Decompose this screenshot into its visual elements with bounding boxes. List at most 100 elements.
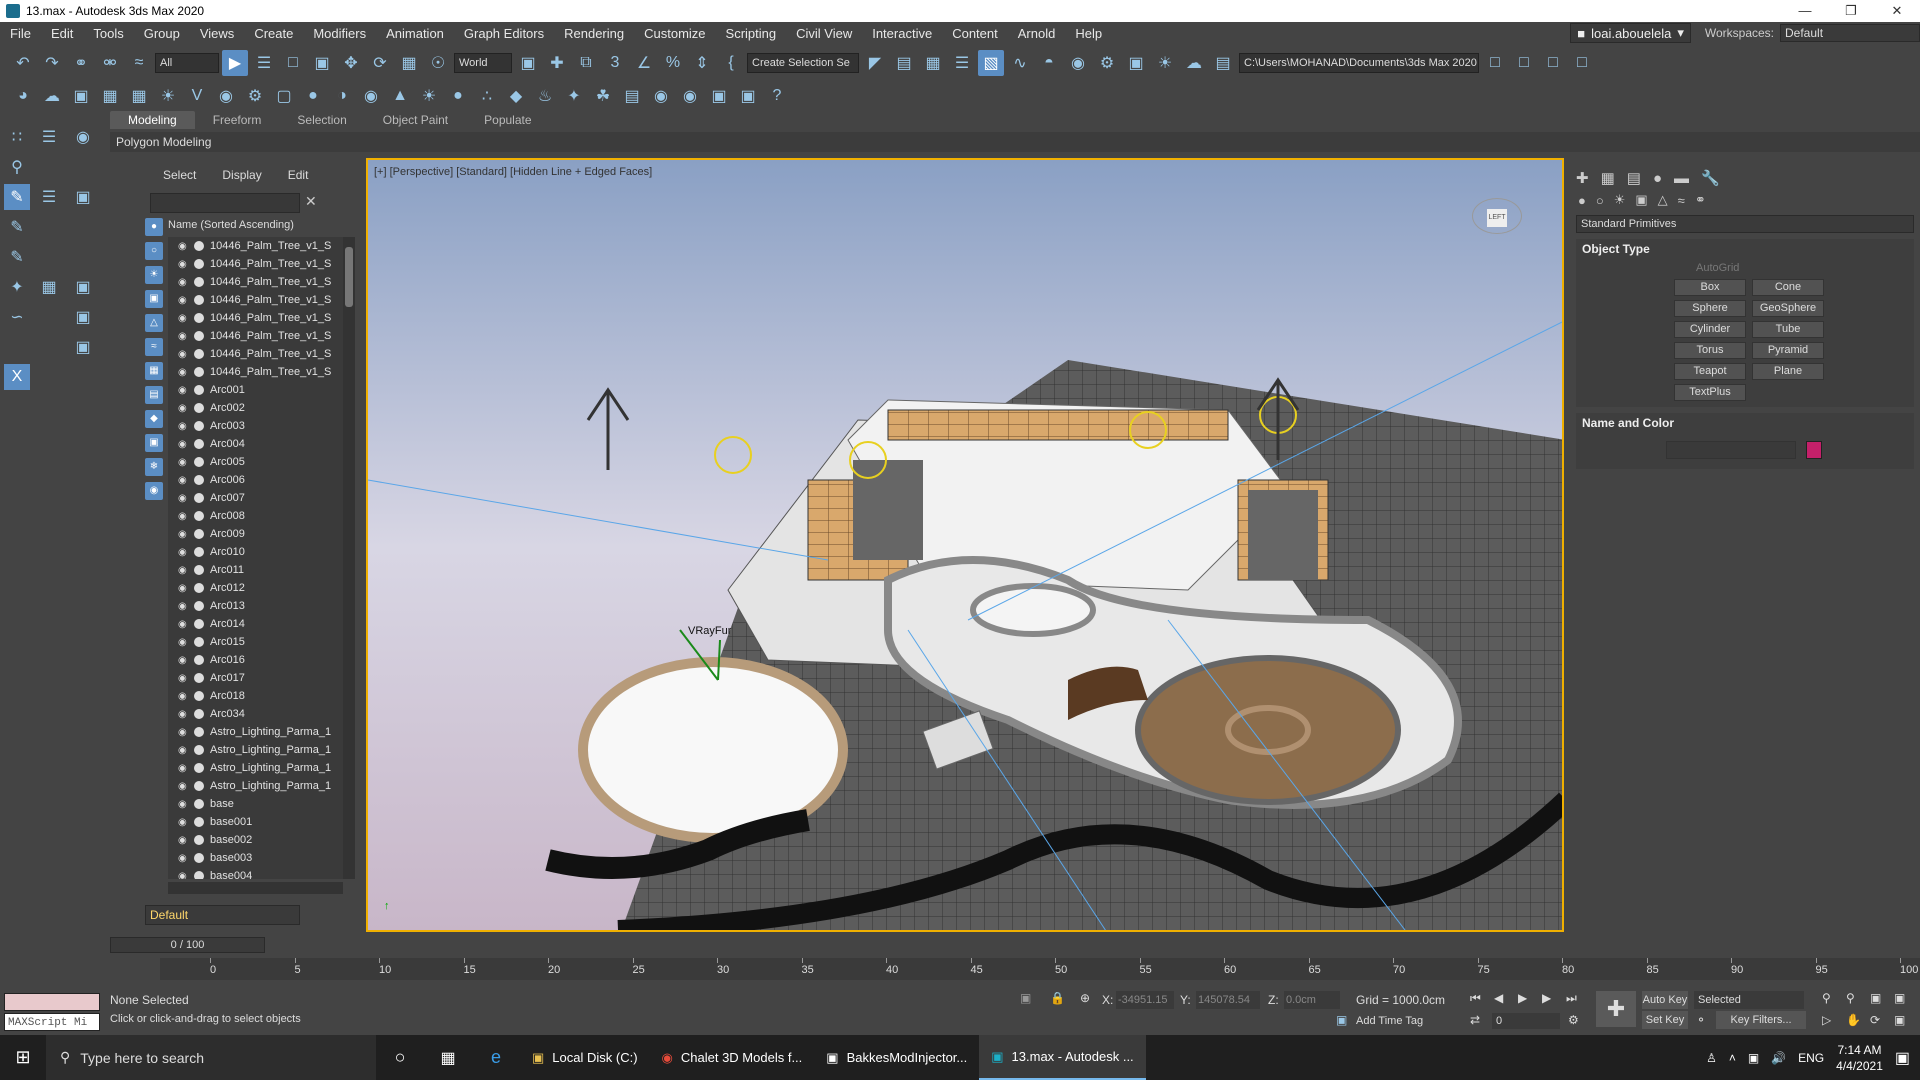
set-key-icon[interactable]: ✚ xyxy=(1596,991,1636,1027)
maximize-viewport-icon[interactable]: ▣ xyxy=(1894,1013,1905,1027)
freeze-dot-icon[interactable] xyxy=(194,709,204,719)
zoom-extents-icon[interactable]: ▣ xyxy=(1870,991,1881,1005)
bind-spacewarp-icon[interactable]: ≈ xyxy=(126,50,152,76)
filter-cameras-icon[interactable]: ▣ xyxy=(145,290,163,308)
list-item[interactable]: ◉ 10446_Palm_Tree_v1_S xyxy=(168,273,343,291)
key-icon[interactable]: ⚬ xyxy=(1696,1013,1706,1027)
utilities-tab-icon[interactable]: 🔧 xyxy=(1701,169,1720,187)
freeze-dot-icon[interactable] xyxy=(194,637,204,647)
explorer-vertical-scrollbar[interactable] xyxy=(343,237,355,879)
explorer-column-header[interactable]: Name (Sorted Ascending) xyxy=(168,219,348,235)
dome-light-icon[interactable]: ◑ xyxy=(329,83,355,109)
select-by-name-icon[interactable]: ☰ xyxy=(251,50,277,76)
list-item[interactable]: ◉ Arc018 xyxy=(168,687,343,705)
menu-edit[interactable]: Edit xyxy=(41,26,83,41)
pyramid-button[interactable]: Pyramid xyxy=(1752,342,1824,359)
list-item[interactable]: ◉ 10446_Palm_Tree_v1_S xyxy=(168,237,343,255)
tool-copy-icon[interactable]: ▦ xyxy=(36,274,62,300)
x-coord-field[interactable]: -34951.15 xyxy=(1116,991,1174,1009)
vray-icon[interactable]: V xyxy=(184,83,210,109)
freeze-dot-icon[interactable] xyxy=(194,295,204,305)
filter-lights-icon[interactable]: ☀ xyxy=(145,266,163,284)
visibility-eye-icon[interactable]: ◉ xyxy=(178,313,192,324)
lights-icon[interactable]: ☀ xyxy=(155,83,181,109)
people-icon[interactable]: ♙ xyxy=(1706,1051,1717,1065)
view-cube[interactable]: LEFT xyxy=(1472,198,1522,234)
explorer-horizontal-scrollbar[interactable] xyxy=(168,882,343,894)
vray-options-icon[interactable]: ⚙ xyxy=(242,83,268,109)
explorer-tab-select[interactable]: Select xyxy=(150,168,209,182)
environment-icon[interactable]: ◉ xyxy=(677,83,703,109)
menu-rendering[interactable]: Rendering xyxy=(554,26,634,41)
freeze-dot-icon[interactable] xyxy=(194,655,204,665)
filter-xrefs-icon[interactable]: ▤ xyxy=(145,386,163,404)
visibility-eye-icon[interactable]: ◉ xyxy=(178,673,192,684)
display-tab-icon[interactable]: ▬ xyxy=(1674,170,1689,187)
visibility-eye-icon[interactable]: ◉ xyxy=(178,421,192,432)
angle-snap-icon[interactable]: ∠ xyxy=(631,50,657,76)
key-filters-button[interactable]: Key Filters... xyxy=(1716,1011,1806,1029)
go-to-end-icon[interactable]: ⏭ xyxy=(1566,991,1577,1006)
toggle-scene-explorer-icon[interactable]: ▦ xyxy=(920,50,946,76)
layer-dropdown[interactable]: Default xyxy=(145,905,300,925)
visibility-eye-icon[interactable]: ◉ xyxy=(178,601,192,612)
torus-button[interactable]: Torus xyxy=(1674,342,1746,359)
menu-file[interactable]: File xyxy=(0,26,41,41)
clock[interactable]: 7:14 AM 4/4/2021 xyxy=(1836,1042,1883,1074)
list-item[interactable]: ◉ Arc008 xyxy=(168,507,343,525)
orbit-icon[interactable]: ⟳ xyxy=(1870,1013,1880,1027)
menu-civil-view[interactable]: Civil View xyxy=(786,26,862,41)
explorer-search-input[interactable] xyxy=(150,193,300,213)
visibility-eye-icon[interactable]: ◉ xyxy=(178,637,192,648)
menu-help[interactable]: Help xyxy=(1065,26,1112,41)
freeze-dot-icon[interactable] xyxy=(194,745,204,755)
list-item[interactable]: ◉ 10446_Palm_Tree_v1_S xyxy=(168,327,343,345)
list-item[interactable]: ◉ Arc010 xyxy=(168,543,343,561)
rotate-icon[interactable]: ⟳ xyxy=(367,50,393,76)
systems-icon[interactable]: ⚭ xyxy=(1695,192,1706,208)
list-item[interactable]: ◉ Arc015 xyxy=(168,633,343,651)
texture-icon[interactable]: ◉ xyxy=(648,83,674,109)
previous-frame-icon[interactable]: ◀ xyxy=(1494,991,1503,1005)
snaps-icon[interactable]: 3 xyxy=(602,50,628,76)
filter-hidden-icon[interactable]: ◉ xyxy=(145,482,163,500)
explorer-tab-display[interactable]: Display xyxy=(209,168,274,182)
task-view-icon[interactable]: ▦ xyxy=(424,1048,472,1068)
list-item[interactable]: ◉ 10446_Palm_Tree_v1_S xyxy=(168,291,343,309)
keyboard-shortcut-icon[interactable]: ✚ xyxy=(544,50,570,76)
visibility-eye-icon[interactable]: ◉ xyxy=(178,871,192,880)
freeze-dot-icon[interactable] xyxy=(194,799,204,809)
menu-animation[interactable]: Animation xyxy=(376,26,454,41)
edge-icon[interactable]: e xyxy=(472,1047,520,1068)
freeze-dot-icon[interactable] xyxy=(194,241,204,251)
render-cloud-icon[interactable]: ☁ xyxy=(1181,50,1207,76)
taskbar-app-local-disk[interactable]: ▣ Local Disk (C:) xyxy=(520,1035,650,1080)
perspective-viewport[interactable]: [+] [Perspective] [Standard] [Hidden Lin… xyxy=(366,158,1564,932)
menu-customize[interactable]: Customize xyxy=(634,26,715,41)
taskbar-app-3dsmax[interactable]: ▣ 13.max - Autodesk ... xyxy=(979,1035,1146,1080)
link-icon[interactable]: ⚭ xyxy=(68,50,94,76)
filter-geometry-icon[interactable]: ● xyxy=(145,218,163,236)
visibility-eye-icon[interactable]: ◉ xyxy=(178,493,192,504)
list-item[interactable]: ◉ Arc003 xyxy=(168,417,343,435)
tool-curve-icon[interactable]: ∽ xyxy=(4,304,30,330)
time-slider[interactable]: 0 / 100 xyxy=(110,937,265,953)
converter-icon[interactable]: ▣ xyxy=(735,83,761,109)
list-item[interactable]: ◉ base004 xyxy=(168,867,343,879)
help-icon[interactable]: ? xyxy=(764,83,790,109)
sphere-button[interactable]: Sphere xyxy=(1674,300,1746,317)
list-item[interactable]: ◉ Arc002 xyxy=(168,399,343,417)
menu-interactive[interactable]: Interactive xyxy=(862,26,942,41)
freeze-dot-icon[interactable] xyxy=(194,529,204,539)
freeze-dot-icon[interactable] xyxy=(194,835,204,845)
name-color-title[interactable]: Name and Color xyxy=(1576,413,1914,433)
visibility-eye-icon[interactable]: ◉ xyxy=(178,367,192,378)
freeze-dot-icon[interactable] xyxy=(194,511,204,521)
cloud-icon[interactable]: ☁ xyxy=(39,83,65,109)
menu-group[interactable]: Group xyxy=(134,26,190,41)
key-mode-dropdown[interactable]: Selected xyxy=(1694,991,1804,1009)
visibility-eye-icon[interactable]: ◉ xyxy=(178,259,192,270)
tool-globe-icon[interactable]: ◉ xyxy=(70,124,96,150)
lock-icon[interactable]: 🔒 xyxy=(1050,991,1065,1005)
tool-node-icon[interactable]: ✦ xyxy=(4,274,30,300)
